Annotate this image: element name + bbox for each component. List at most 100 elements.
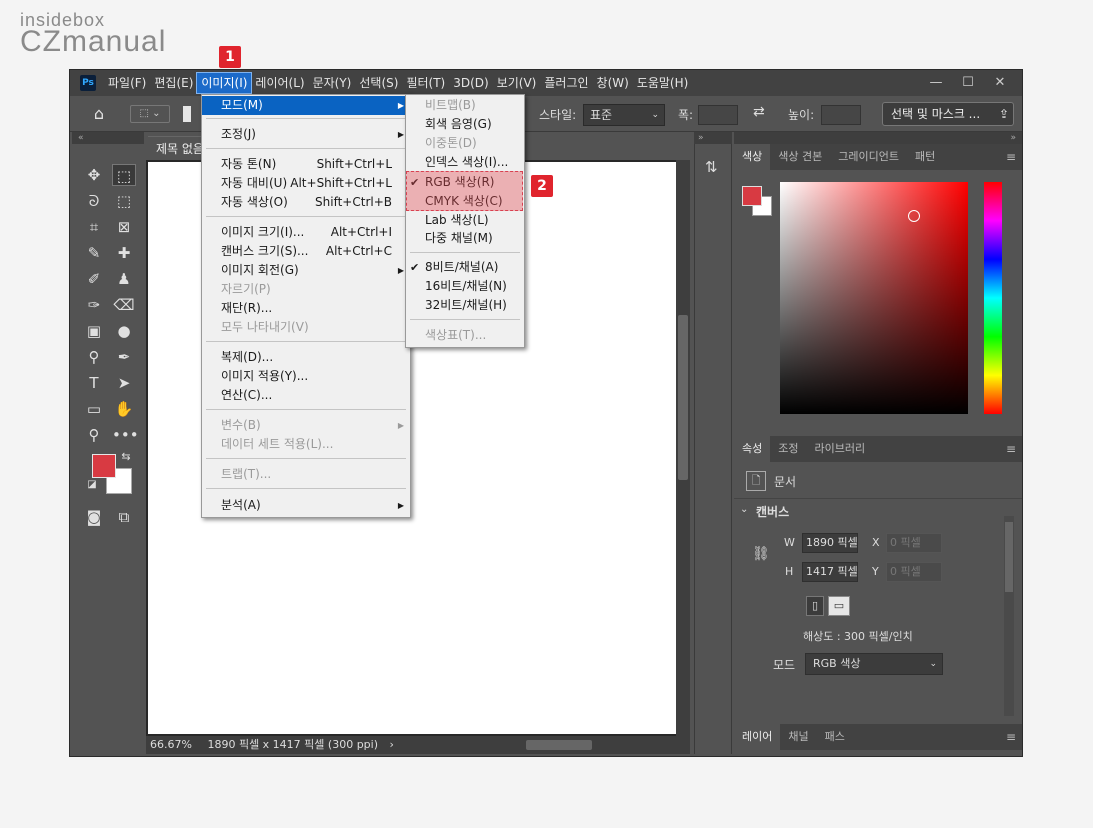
menu-type[interactable]: 문자(Y) [309, 73, 356, 93]
home-icon[interactable]: ⌂ [88, 104, 110, 124]
object-select-icon[interactable]: ⬚ [112, 190, 136, 212]
submenu-item-16bit[interactable]: 16비트/채널(N) [406, 277, 524, 296]
menu-layer[interactable]: 레이어(L) [251, 73, 308, 93]
lasso-tool-icon[interactable]: ᘐ [82, 190, 106, 212]
marquee-preset-icon[interactable]: ⬚ ⌄ [130, 105, 170, 123]
panels-collapse-icon[interactable]: » [734, 132, 1022, 144]
zoom-tool-icon[interactable]: ⚲ [82, 424, 106, 446]
menu-item-adjustments[interactable]: 조정(J) ▶ [202, 125, 410, 144]
menu-window[interactable]: 창(W) [593, 73, 633, 93]
height-field[interactable] [821, 105, 861, 125]
panel-menu-icon[interactable]: ≡ [1000, 144, 1022, 170]
tab-paths[interactable]: 패스 [817, 724, 853, 750]
stamp-tool-icon[interactable]: ♟ [112, 268, 136, 290]
menu-item-apply-image[interactable]: 이미지 적용(Y)... [202, 367, 410, 386]
menu-help[interactable]: 도움말(H) [633, 73, 693, 93]
horizontal-scroll-thumb[interactable] [526, 740, 592, 750]
hue-slider[interactable] [984, 182, 1002, 414]
tab-libraries[interactable]: 라이브러리 [807, 436, 874, 462]
props-scroll-thumb[interactable] [1005, 522, 1013, 592]
toolbar-collapse-icon[interactable]: « [72, 132, 144, 144]
submenu-item-indexed[interactable]: 인덱스 색상(I)... [406, 153, 524, 172]
link-icon[interactable]: ⛓ [752, 546, 770, 562]
props-scrollbar[interactable] [1004, 516, 1014, 716]
menu-item-rotation[interactable]: 이미지 회전(G) ▶ [202, 261, 410, 280]
submenu-item-multichannel[interactable]: 다중 채널(M) [406, 229, 524, 248]
menu-item-auto-contrast[interactable]: 자동 대비(U) Alt+Shift+Ctrl+L [202, 174, 410, 193]
marquee-tool-icon[interactable]: ⬚ [112, 164, 136, 186]
tab-swatches[interactable]: 색상 견본 [770, 144, 830, 170]
color-picker-field[interactable] [780, 182, 968, 414]
status-arrow-icon[interactable]: › [390, 738, 394, 751]
menu-item-trim[interactable]: 재단(R)... [202, 299, 410, 318]
rectangle-tool-icon[interactable]: ▭ [82, 398, 106, 420]
history-panel-icon[interactable]: ⇅ [705, 158, 718, 176]
menu-file[interactable]: 파일(F) [104, 73, 150, 93]
eraser-icon[interactable]: ⌫ [112, 294, 136, 316]
tab-gradients[interactable]: 그레이디언트 [830, 144, 907, 170]
submenu-item-8bit[interactable]: ✔ 8비트/채널(A) [406, 258, 524, 277]
scroll-thumb[interactable] [678, 315, 688, 480]
menu-view[interactable]: 보기(V) [493, 73, 541, 93]
tab-adjustments[interactable]: 조정 [770, 436, 806, 462]
frame-tool-icon[interactable]: ⊠ [112, 216, 136, 238]
menu-item-analysis[interactable]: 분석(A) ▶ [202, 496, 410, 515]
tab-patterns[interactable]: 패턴 [907, 144, 943, 170]
menu-3d[interactable]: 3D(D) [449, 73, 492, 93]
menu-item-image-size[interactable]: 이미지 크기(I)... Alt+Ctrl+I [202, 223, 410, 242]
picker-cursor-icon[interactable] [908, 210, 920, 222]
tab-channels[interactable]: 채널 [780, 724, 816, 750]
blur-tool-icon[interactable]: ● [112, 320, 136, 342]
tab-color[interactable]: 색상 [734, 144, 771, 170]
landscape-icon[interactable]: ▭ [828, 596, 850, 616]
screen-mode-icon[interactable]: ⧉ [112, 506, 136, 528]
quick-mask-icon[interactable]: ◙ [82, 506, 106, 528]
submenu-item-grayscale[interactable]: 회색 음영(G) [406, 115, 524, 134]
portrait-icon[interactable]: ▯ [806, 596, 824, 616]
mode-select[interactable]: RGB 색상 ⌄ [805, 653, 943, 675]
vertical-scrollbar[interactable] [676, 160, 690, 736]
healing-brush-icon[interactable]: ✚ [112, 242, 136, 264]
default-colors-icon[interactable]: ◪ [80, 474, 104, 496]
selection-mode-icon[interactable] [183, 106, 191, 122]
menu-item-duplicate[interactable]: 복제(D)... [202, 348, 410, 367]
menu-item-canvas-size[interactable]: 캔버스 크기(S)... Alt+Ctrl+C [202, 242, 410, 261]
menu-edit[interactable]: 편집(E) [150, 73, 197, 93]
section-collapse-icon[interactable]: ⌄ [740, 504, 748, 515]
hand-tool-icon[interactable]: ✋ [112, 398, 136, 420]
history-brush-icon[interactable]: ✑ [82, 294, 106, 316]
type-tool-icon[interactable]: T [82, 372, 106, 394]
layers-menu-icon[interactable]: ≡ [1000, 724, 1022, 750]
crop-tool-icon[interactable]: ⌗ [82, 216, 106, 238]
pen-tool-icon[interactable]: ✒ [112, 346, 136, 368]
menu-select[interactable]: 선택(S) [355, 73, 402, 93]
submenu-item-32bit[interactable]: 32비트/채널(H) [406, 296, 524, 315]
zoom-level[interactable]: 66.67% [150, 738, 192, 751]
close-icon[interactable]: ✕ [984, 72, 1016, 94]
menu-image[interactable]: 이미지(I) [196, 72, 253, 94]
props-menu-icon[interactable]: ≡ [1000, 436, 1022, 462]
color-fg-swatch[interactable] [742, 186, 762, 206]
move-tool-icon[interactable]: ✥ [82, 164, 106, 186]
menu-plugins[interactable]: 플러그인 [540, 73, 592, 93]
maximize-icon[interactable]: ☐ [952, 72, 984, 94]
path-select-icon[interactable]: ➤ [112, 372, 136, 394]
swap-icon[interactable]: ⇄ [753, 104, 765, 120]
menu-item-auto-tone[interactable]: 자동 톤(N) Shift+Ctrl+L [202, 155, 410, 174]
height-input[interactable]: 1417 픽셀 [802, 562, 858, 582]
menu-item-auto-color[interactable]: 자동 색상(O) Shift+Ctrl+B [202, 193, 410, 212]
tab-layers[interactable]: 레이어 [734, 724, 781, 750]
select-and-mask-button[interactable]: 선택 및 마스크 ... ⇪ [882, 102, 1014, 126]
dodge-tool-icon[interactable]: ⚲ [82, 346, 106, 368]
submenu-item-lab[interactable]: Lab 색상(L) [406, 211, 524, 230]
menu-item-mode[interactable]: 모드(M) ▶ [202, 96, 410, 115]
minimize-icon[interactable]: — [920, 72, 952, 94]
style-select[interactable]: 표준 ⌄ [583, 104, 665, 126]
width-input[interactable]: 1890 픽셀 [802, 533, 858, 553]
mid-collapse-icon[interactable]: » [694, 132, 732, 144]
tab-properties[interactable]: 속성 [734, 436, 771, 462]
menu-filter[interactable]: 필터(T) [402, 73, 449, 93]
width-field[interactable] [698, 105, 738, 125]
more-tools-icon[interactable]: ••• [112, 424, 139, 446]
gradient-tool-icon[interactable]: ▣ [82, 320, 106, 342]
